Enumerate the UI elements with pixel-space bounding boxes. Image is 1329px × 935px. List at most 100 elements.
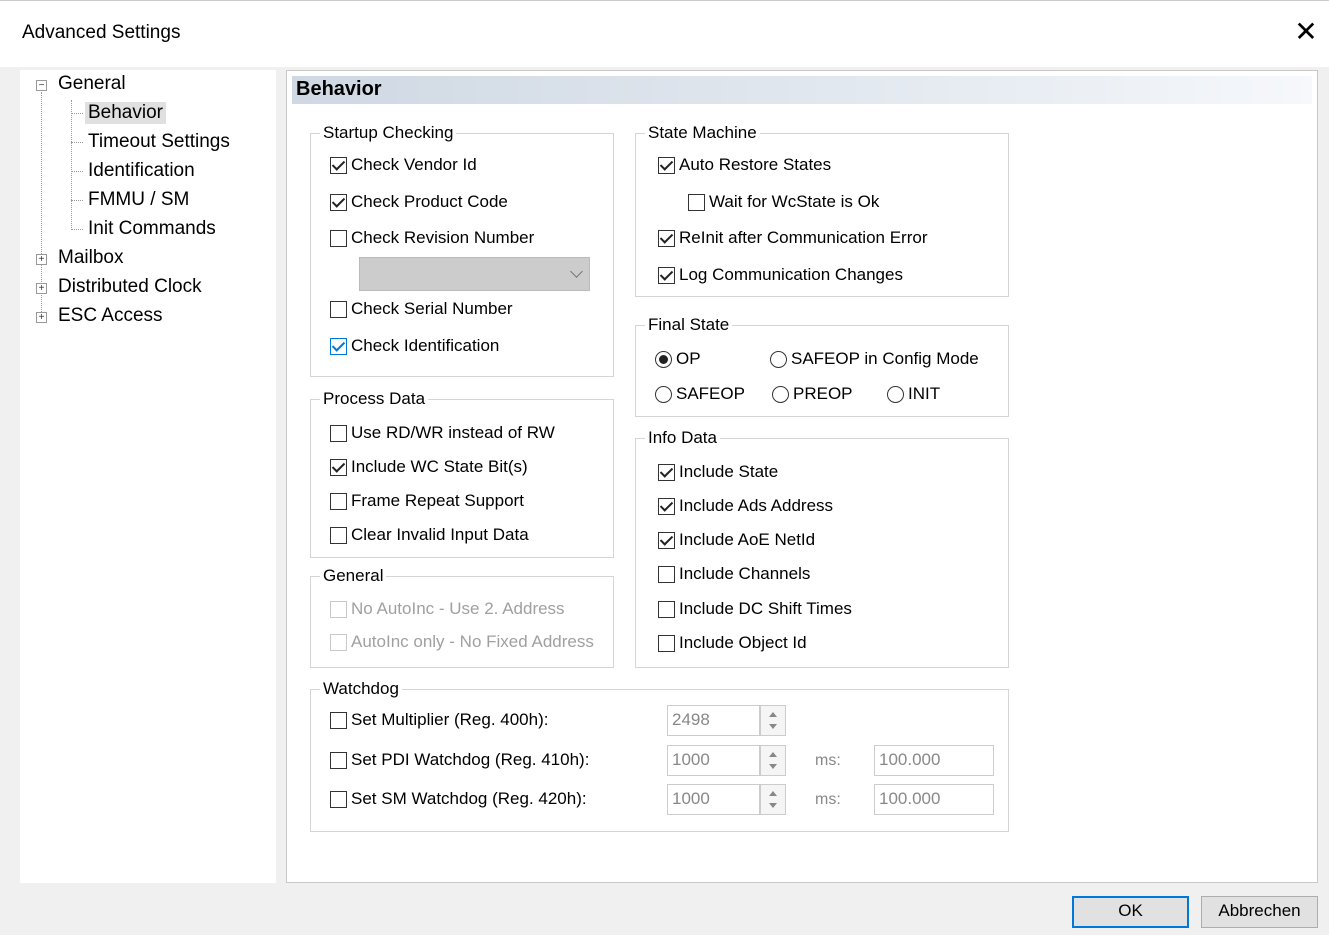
check-product-code[interactable]: Check Product Code: [330, 192, 508, 212]
log-communication-changes[interactable]: Log Communication Changes: [658, 265, 903, 285]
checkbox-icon[interactable]: [658, 531, 675, 549]
spin-down-icon[interactable]: [769, 764, 777, 769]
checkbox-icon[interactable]: [658, 600, 675, 618]
spin-up-icon[interactable]: [769, 791, 777, 796]
radio-icon[interactable]: [772, 385, 789, 403]
wait-for-wcstate[interactable]: Wait for WcState is Ok: [688, 192, 879, 212]
checkbox-icon[interactable]: [330, 156, 347, 174]
check-vendor-id[interactable]: Check Vendor Id: [330, 155, 477, 175]
checkbox-icon[interactable]: [330, 633, 347, 651]
radio-preop[interactable]: PREOP: [772, 384, 853, 404]
reinit-after-error[interactable]: ReInit after Communication Error: [658, 228, 927, 248]
checkbox-icon[interactable]: [330, 790, 347, 808]
tree-line: [71, 113, 83, 114]
expand-icon[interactable]: +: [36, 312, 47, 323]
pdi-watchdog-ms[interactable]: 100.000: [874, 745, 994, 776]
radio-icon[interactable]: [655, 385, 672, 403]
panel-title: Behavior: [296, 78, 382, 100]
spin-down-icon[interactable]: [769, 803, 777, 808]
tree-item-esc-access[interactable]: ESC Access: [58, 305, 163, 327]
tree-item-distributed-clock[interactable]: Distributed Clock: [58, 276, 202, 298]
checkbox-icon[interactable]: [658, 565, 675, 583]
pdi-watchdog-input[interactable]: 1000: [667, 745, 760, 776]
expand-icon[interactable]: +: [36, 254, 47, 265]
checkbox-icon[interactable]: [658, 156, 675, 174]
checkbox-icon[interactable]: [330, 424, 347, 442]
set-multiplier[interactable]: Set Multiplier (Reg. 400h):: [330, 710, 548, 730]
tree-line: [71, 200, 83, 201]
checkbox-icon[interactable]: [330, 492, 347, 510]
settings-tree: − General Behavior Timeout Settings Iden…: [20, 70, 276, 883]
checkbox-icon[interactable]: [330, 229, 347, 247]
checkbox-icon[interactable]: [330, 600, 347, 618]
checkbox-icon[interactable]: [330, 526, 347, 544]
radio-icon[interactable]: [655, 350, 672, 368]
spin-up-icon[interactable]: [769, 752, 777, 757]
group-label: General: [320, 566, 387, 586]
tree-item-behavior[interactable]: Behavior: [85, 102, 166, 124]
group-label: Startup Checking: [320, 123, 457, 143]
include-aoe-netid[interactable]: Include AoE NetId: [658, 530, 815, 550]
checkbox-icon[interactable]: [330, 193, 347, 211]
check-identification[interactable]: Check Identification: [330, 336, 499, 356]
spin-up-icon[interactable]: [769, 712, 777, 717]
include-channels[interactable]: Include Channels: [658, 564, 810, 584]
include-wc-state-bits[interactable]: Include WC State Bit(s): [330, 457, 528, 477]
use-rdwr[interactable]: Use RD/WR instead of RW: [330, 423, 555, 443]
checkbox-icon[interactable]: [330, 458, 347, 476]
tree-item-fmmu-sm[interactable]: FMMU / SM: [88, 189, 189, 211]
tree-item-timeout-settings[interactable]: Timeout Settings: [88, 131, 230, 153]
checkbox-icon[interactable]: [330, 711, 347, 729]
spin-down-icon[interactable]: [769, 724, 777, 729]
group-label: Watchdog: [320, 679, 402, 699]
no-autoinc[interactable]: No AutoInc - Use 2. Address: [330, 599, 565, 619]
title-bar: [0, 0, 1329, 67]
check-serial-number[interactable]: Check Serial Number: [330, 299, 513, 319]
set-sm-watchdog[interactable]: Set SM Watchdog (Reg. 420h):: [330, 789, 587, 809]
cancel-button[interactable]: Abbrechen: [1201, 896, 1318, 928]
include-dc-shift-times[interactable]: Include DC Shift Times: [658, 599, 852, 619]
tree-item-init-commands[interactable]: Init Commands: [88, 218, 216, 240]
multiplier-spinner[interactable]: [760, 705, 786, 736]
checkbox-icon[interactable]: [330, 300, 347, 318]
radio-op[interactable]: OP: [655, 349, 701, 369]
autoinc-only[interactable]: AutoInc only - No Fixed Address: [330, 632, 594, 652]
close-icon[interactable]: ✕: [1290, 16, 1322, 48]
panel-header: [292, 76, 1312, 104]
expand-icon[interactable]: +: [36, 283, 47, 294]
clear-invalid-input-data[interactable]: Clear Invalid Input Data: [330, 525, 529, 545]
include-state[interactable]: Include State: [658, 462, 778, 482]
pdi-watchdog-spinner[interactable]: [760, 745, 786, 776]
include-object-id[interactable]: Include Object Id: [658, 633, 807, 653]
ok-button[interactable]: OK: [1072, 896, 1189, 928]
checkbox-icon[interactable]: [330, 337, 347, 355]
sm-watchdog-ms[interactable]: 100.000: [874, 784, 994, 815]
checkbox-icon[interactable]: [658, 634, 675, 652]
include-ads-address[interactable]: Include Ads Address: [658, 496, 833, 516]
sm-watchdog-spinner[interactable]: [760, 784, 786, 815]
collapse-icon[interactable]: −: [36, 80, 47, 91]
multiplier-input[interactable]: 2498: [667, 705, 760, 736]
checkbox-icon[interactable]: [688, 193, 705, 211]
checkbox-icon[interactable]: [658, 229, 675, 247]
tree-item-mailbox[interactable]: Mailbox: [58, 247, 123, 269]
set-pdi-watchdog[interactable]: Set PDI Watchdog (Reg. 410h):: [330, 750, 589, 770]
radio-icon[interactable]: [887, 385, 904, 403]
auto-restore-states[interactable]: Auto Restore States: [658, 155, 831, 175]
window-title: Advanced Settings: [22, 22, 181, 43]
radio-init[interactable]: INIT: [887, 384, 940, 404]
sm-watchdog-input[interactable]: 1000: [667, 784, 760, 815]
tree-item-general[interactable]: General: [58, 73, 126, 95]
group-label: Info Data: [645, 428, 720, 448]
radio-safeop-config[interactable]: SAFEOP in Config Mode: [770, 349, 979, 369]
tree-item-identification[interactable]: Identification: [88, 160, 195, 182]
radio-icon[interactable]: [770, 350, 787, 368]
radio-safeop[interactable]: SAFEOP: [655, 384, 745, 404]
checkbox-icon[interactable]: [658, 463, 675, 481]
check-revision-number[interactable]: Check Revision Number: [330, 228, 534, 248]
frame-repeat-support[interactable]: Frame Repeat Support: [330, 491, 524, 511]
revision-combo[interactable]: [359, 257, 590, 291]
checkbox-icon[interactable]: [330, 751, 347, 769]
checkbox-icon[interactable]: [658, 497, 675, 515]
checkbox-icon[interactable]: [658, 266, 675, 284]
